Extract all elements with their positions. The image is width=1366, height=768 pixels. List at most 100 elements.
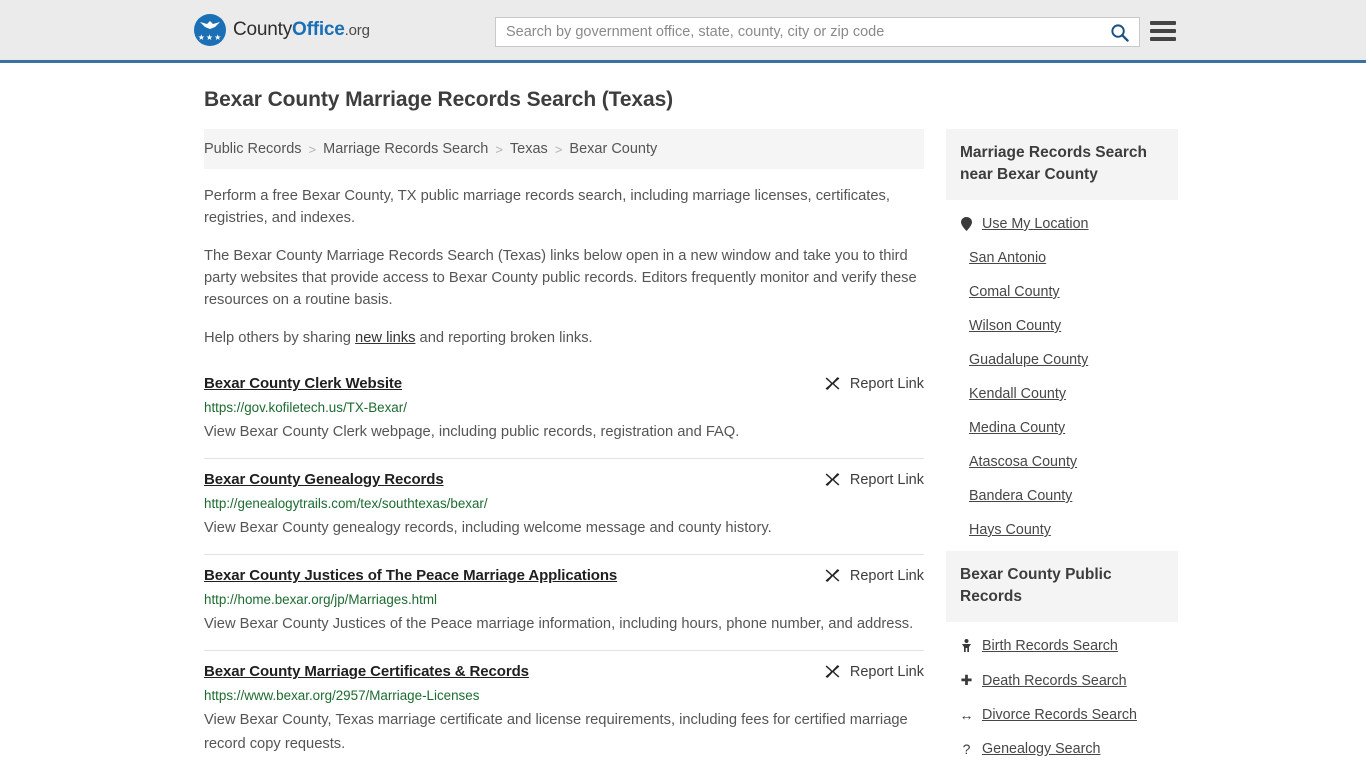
nearby-panel: Marriage Records Search near Bexar Count… <box>946 129 1178 547</box>
search-button[interactable] <box>1099 18 1139 46</box>
result-title-link[interactable]: Bexar County Marriage Certificates & Rec… <box>204 663 529 680</box>
result-title-link[interactable]: Bexar County Justices of The Peace Marri… <box>204 567 617 584</box>
nearby-item[interactable]: San Antonio <box>960 241 1178 275</box>
intro-paragraph-2: The Bexar County Marriage Records Search… <box>204 248 917 308</box>
public-records-list: Birth Records Search ✚ Death Records Searc… <box>946 622 1178 766</box>
report-link-button[interactable]: Report Link <box>812 567 924 584</box>
hamburger-menu-icon[interactable] <box>1150 19 1176 43</box>
breadcrumb-item-3[interactable]: Texas <box>510 141 548 157</box>
public-records-item[interactable]: Birth Records Search <box>960 629 1178 663</box>
map-pin-icon <box>960 217 973 231</box>
broken-link-icon <box>825 569 840 582</box>
eagle-logo-icon: ★★★ <box>194 14 226 46</box>
result-description: View Bexar County, Texas marriage certif… <box>204 712 908 752</box>
result-title-link[interactable]: Bexar County Clerk Website <box>204 375 402 392</box>
public-records-item[interactable]: ? Genealogy Search <box>960 732 1178 766</box>
report-link-label: Report Link <box>849 663 924 680</box>
result-item: Bexar County Clerk Website Report Link htt… <box>204 363 924 459</box>
cross-icon: ✚ <box>960 672 973 688</box>
page-title: Bexar County Marriage Records Search (Te… <box>204 88 674 111</box>
search-input[interactable] <box>496 18 1099 46</box>
breadcrumb: Public Records > Marriage Records Search > T… <box>204 129 924 169</box>
nearby-item[interactable]: Hays County <box>960 513 1178 547</box>
result-item: Bexar County Justices of The Peace Marri… <box>204 555 924 651</box>
nearby-link[interactable]: San Antonio <box>969 250 1046 266</box>
nearby-panel-heading: Marriage Records Search near Bexar Count… <box>946 129 1178 200</box>
nearby-item[interactable]: Wilson County <box>960 309 1178 343</box>
intro-p3-before: Help others by sharing <box>204 330 356 346</box>
breadcrumb-item-4[interactable]: Bexar County <box>569 141 657 157</box>
site-logo-link[interactable]: ★★★ CountyOffice.org <box>194 14 370 46</box>
nearby-item[interactable]: Medina County <box>960 411 1178 445</box>
intro-p3-after: and reporting broken links. <box>415 330 593 346</box>
result-header: Bexar County Marriage Certificates & Rec… <box>204 663 924 680</box>
nearby-link[interactable]: Use My Location <box>982 216 1088 232</box>
result-header: Bexar County Clerk Website Report Link <box>204 375 924 392</box>
public-records-link[interactable]: Birth Records Search <box>982 638 1118 654</box>
breadcrumb-item-2[interactable]: Marriage Records Search <box>323 141 488 157</box>
brand-part2: Office <box>292 19 345 40</box>
broken-link-icon <box>825 473 840 486</box>
site-header: ★★★ CountyOffice.org <box>0 0 1366 63</box>
public-records-link[interactable]: Death Records Search <box>982 673 1127 689</box>
result-description: View Bexar County Justices of the Peace … <box>204 616 914 632</box>
nearby-link[interactable]: Medina County <box>969 420 1065 436</box>
map-pin-icon <box>961 217 972 231</box>
nearby-item[interactable]: Comal County <box>960 275 1178 309</box>
brand-part1: County <box>233 19 293 40</box>
nearby-item[interactable]: Atascosa County <box>960 445 1178 479</box>
report-link-button[interactable]: Report Link <box>812 663 924 680</box>
breadcrumb-separator: > <box>495 141 503 157</box>
report-link-label: Report Link <box>849 567 924 584</box>
public-records-panel: Bexar County Public Records Birth Record… <box>946 551 1178 766</box>
nearby-item[interactable]: Guadalupe County <box>960 343 1178 377</box>
result-url: https://www.bexar.org/2957/Marriage-Lice… <box>204 688 480 703</box>
left-right-arrow-icon: ↔ <box>959 707 974 723</box>
nearby-link[interactable]: Comal County <box>969 284 1060 300</box>
result-url: https://gov.kofiletech.us/TX-Bexar/ <box>204 400 407 415</box>
main-content: Public Records > Marriage Records Search > T… <box>204 129 924 768</box>
intro-paragraph-1: Perform a free Bexar County, TX public m… <box>204 188 890 226</box>
nearby-link[interactable]: Atascosa County <box>969 454 1077 470</box>
search-icon <box>1110 23 1129 42</box>
nearby-link[interactable]: Hays County <box>969 522 1051 538</box>
broken-link-icon <box>825 665 840 678</box>
nearby-link[interactable]: Bandera County <box>969 488 1072 504</box>
nearby-item[interactable]: Bandera County <box>960 479 1178 513</box>
report-link-label: Report Link <box>849 471 924 488</box>
baby-icon <box>960 639 973 653</box>
result-item: Bexar County Marriage Certificates & Rec… <box>204 651 924 768</box>
logo-stars: ★★★ <box>197 33 223 42</box>
nearby-list: Use My Location San Antonio Comal County Wi… <box>946 200 1178 547</box>
intro-paragraph-3: Help others by sharing new links and rep… <box>204 327 924 349</box>
result-header: Bexar County Justices of The Peace Marri… <box>204 567 924 584</box>
nearby-link[interactable]: Kendall County <box>969 386 1066 402</box>
menu-bar-2 <box>1150 29 1176 33</box>
report-link-button[interactable]: Report Link <box>812 375 924 392</box>
nearby-link[interactable]: Wilson County <box>969 318 1061 334</box>
new-links-link[interactable]: new links <box>355 330 415 346</box>
public-records-item[interactable]: ↔ Divorce Records Search <box>960 698 1178 732</box>
eagle-glyph <box>200 21 220 29</box>
result-title-link[interactable]: Bexar County Genealogy Records <box>204 471 444 488</box>
public-records-link[interactable]: Genealogy Search <box>982 741 1100 757</box>
page-container: Bexar County Marriage Records Search (Te… <box>0 88 1366 768</box>
nearby-item[interactable]: Kendall County <box>960 377 1178 411</box>
result-url: http://home.bexar.org/jp/Marriages.html <box>204 592 437 607</box>
result-description: View Bexar County Clerk webpage, includi… <box>204 424 740 440</box>
result-description: View Bexar County genealogy records, inc… <box>204 520 772 536</box>
report-link-label: Report Link <box>849 375 924 392</box>
breadcrumb-item-1[interactable]: Public Records <box>204 141 302 157</box>
result-item: Bexar County Genealogy Records Report Lin… <box>204 459 924 555</box>
broken-link-icon <box>825 377 840 390</box>
report-link-button[interactable]: Report Link <box>812 471 924 488</box>
baby-icon <box>962 639 971 652</box>
menu-bar-1 <box>1150 21 1176 25</box>
result-url: http://genealogytrails.com/tex/southtexa… <box>204 496 488 511</box>
breadcrumb-separator: > <box>554 141 563 157</box>
nearby-item[interactable]: Use My Location <box>960 207 1178 241</box>
nearby-link[interactable]: Guadalupe County <box>969 352 1088 368</box>
public-records-link[interactable]: Divorce Records Search <box>982 707 1137 723</box>
question-mark-icon: ? <box>962 741 971 757</box>
public-records-item[interactable]: ✚ Death Records Search <box>960 663 1178 698</box>
